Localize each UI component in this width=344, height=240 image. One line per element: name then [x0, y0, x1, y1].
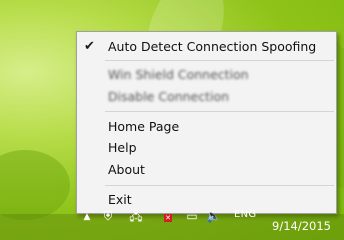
checkmark-icon: ✔ — [84, 39, 95, 54]
menu-item-about[interactable]: About — [77, 159, 336, 180]
menu-item-exit[interactable]: Exit — [77, 189, 336, 210]
error-badge-icon: ✕ — [164, 214, 172, 222]
context-menu: ✔ Auto Detect Connection Spoofing Win Sh… — [76, 31, 337, 214]
wallpaper-leaf-lower — [0, 150, 70, 220]
menu-item-label: Exit — [108, 192, 132, 207]
show-hidden-icons-icon[interactable]: ▲ — [80, 210, 94, 224]
network-icon[interactable]: 🖧 — [129, 209, 143, 223]
menu-item-label: Help — [108, 140, 137, 155]
menu-item-label: Home Page — [108, 119, 180, 134]
volume-icon[interactable]: 🔈 — [206, 209, 221, 223]
menu-item-help[interactable]: Help — [77, 137, 336, 158]
menu-item-home-page[interactable]: Home Page — [77, 116, 336, 137]
menu-item-label: About — [108, 162, 145, 177]
menu-separator — [105, 111, 334, 112]
menu-item-label: Disable Connection — [108, 89, 230, 104]
menu-item-auto-detect[interactable]: ✔ Auto Detect Connection Spoofing — [77, 36, 336, 57]
monitor-icon[interactable]: ▭ — [185, 209, 199, 223]
menu-separator — [105, 60, 334, 61]
menu-item-disable-connection[interactable]: Disable Connection — [77, 86, 336, 107]
shield-icon[interactable]: ⛨ — [101, 209, 115, 223]
menu-item-label: Win Shield Connection — [108, 67, 249, 82]
menu-item-shield-connection[interactable]: Win Shield Connection — [77, 64, 336, 85]
language-indicator[interactable]: ENG — [234, 209, 256, 220]
menu-separator — [105, 185, 334, 186]
clock-date[interactable]: 9/14/2015 — [272, 219, 331, 233]
menu-item-label: Auto Detect Connection Spoofing — [108, 39, 317, 54]
